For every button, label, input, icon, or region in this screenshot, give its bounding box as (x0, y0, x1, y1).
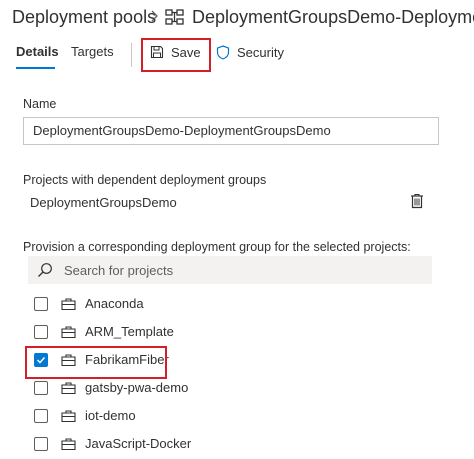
list-item[interactable]: JavaScript-Docker (0, 430, 474, 458)
deployment-pool-icon (165, 9, 184, 25)
dependent-group-value: DeploymentGroupsDemo (30, 195, 177, 210)
tab-selected-indicator (16, 67, 55, 69)
list-item[interactable]: Anaconda (0, 290, 474, 318)
chevron-right-icon (151, 10, 158, 22)
project-search-box[interactable] (28, 256, 432, 284)
project-icon (61, 410, 76, 423)
save-highlight (141, 38, 211, 72)
tab-targets[interactable]: Targets (71, 44, 114, 59)
project-icon (61, 326, 76, 339)
project-icon (61, 438, 76, 451)
fabrikam-highlight (25, 346, 167, 379)
project-name: JavaScript-Docker (85, 436, 192, 451)
toolbar-divider (131, 43, 132, 67)
breadcrumb-deployment-pools[interactable]: Deployment pools (12, 7, 156, 28)
delete-icon[interactable] (410, 193, 424, 209)
list-item[interactable]: iot-demo (0, 402, 474, 430)
checkbox[interactable] (34, 437, 48, 451)
project-icon (61, 382, 76, 395)
search-input[interactable] (64, 260, 424, 280)
checkbox[interactable] (34, 381, 48, 395)
name-field[interactable]: DeploymentGroupsDemo-DeploymentGroupsDem… (23, 117, 439, 145)
name-label: Name (23, 97, 57, 111)
tab-bar: Details Targets Save Security (0, 36, 474, 78)
project-name: iot-demo (85, 408, 136, 423)
project-name: ARM_Template (85, 324, 174, 339)
project-name: gatsby-pwa-demo (85, 380, 189, 395)
dependent-groups-label: Projects with dependent deployment group… (23, 173, 267, 187)
tab-details[interactable]: Details (16, 44, 59, 59)
shield-icon (216, 45, 230, 60)
security-label: Security (237, 45, 284, 60)
search-icon (38, 263, 52, 277)
checkbox[interactable] (34, 325, 48, 339)
checkbox[interactable] (34, 409, 48, 423)
checkbox[interactable] (34, 297, 48, 311)
header: Deployment pools DeploymentGroupsDemo-De… (0, 0, 474, 36)
provision-label: Provision a corresponding deployment gro… (23, 240, 411, 254)
page-title: DeploymentGroupsDemo-Deployment... (192, 7, 474, 27)
project-icon (61, 298, 76, 311)
list-item[interactable]: ARM_Template (0, 318, 474, 346)
project-name: Anaconda (85, 296, 144, 311)
